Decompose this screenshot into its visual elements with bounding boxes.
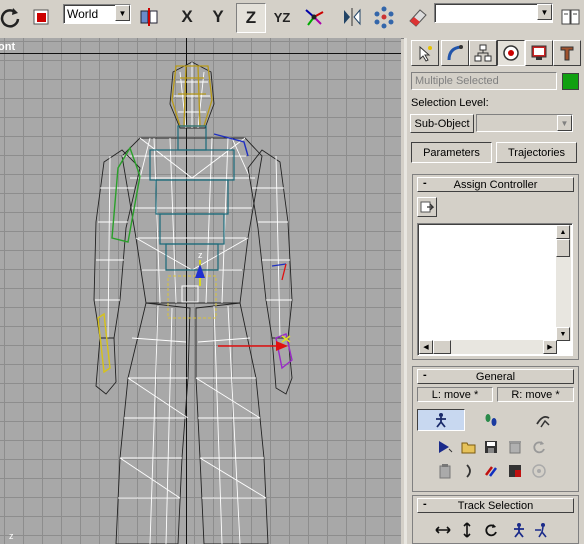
assign-controller-rollout: - Assign Controller ▲ ▼ ◀ ▶	[412, 174, 579, 360]
parameters-button[interactable]: Parameters	[411, 142, 492, 163]
main-toolbar: World ▼ X Y Z YZ ▼	[0, 0, 584, 39]
torso-mesh	[121, 137, 263, 304]
play-biped-icon[interactable]	[435, 437, 455, 457]
selection-name-value: Multiple Selected	[415, 75, 499, 87]
left-transform-field[interactable]: L: move *	[417, 387, 493, 402]
svg-text:z: z	[198, 250, 203, 260]
selection-level-label: Selection Level:	[411, 97, 489, 109]
trajectories-button[interactable]: Trajectories	[496, 142, 577, 163]
refresh-icon[interactable]	[529, 437, 549, 457]
assign-controller-header[interactable]: - Assign Controller	[417, 177, 574, 192]
tab-modify[interactable]	[441, 40, 469, 66]
named-selection-dropdown[interactable]: ▼	[434, 3, 553, 23]
controller-tree[interactable]: ▲ ▼ ◀ ▶	[417, 223, 573, 356]
redo-icon[interactable]	[0, 3, 24, 31]
reference-coordinate-dropdown[interactable]: World ▼	[63, 4, 131, 24]
motion-flow-mode-icon[interactable]	[533, 410, 553, 430]
eraser-icon[interactable]	[404, 3, 432, 31]
command-panel: Multiple Selected Selection Level: Sub-O…	[404, 38, 584, 544]
bend-icon[interactable]	[459, 461, 479, 481]
chevron-down-icon[interactable]: ▼	[115, 5, 130, 21]
scroll-up-icon[interactable]: ▲	[556, 225, 570, 239]
tab-motion[interactable]	[497, 40, 525, 66]
chevron-down-icon[interactable]: ▼	[557, 115, 572, 131]
track-selection-title: Track Selection	[457, 499, 534, 512]
tab-create[interactable]	[411, 40, 439, 66]
hscroll-thumb[interactable]	[433, 340, 451, 354]
save-file-icon[interactable]	[481, 437, 501, 457]
paste-icon[interactable]	[435, 461, 455, 481]
scroll-left-icon[interactable]: ◀	[419, 340, 433, 354]
load-icon[interactable]	[505, 461, 525, 481]
restrict-y-button[interactable]: Y	[204, 3, 232, 31]
collapse-icon: -	[423, 369, 427, 381]
track-selection-rollout: - Track Selection	[412, 495, 579, 544]
general-rollout: - General L: move * R: move *	[412, 366, 579, 492]
character-mesh[interactable]: z	[0, 38, 401, 544]
select-region-icon[interactable]	[27, 3, 55, 31]
move-gizmo[interactable]: z	[195, 250, 205, 286]
tab-hierarchy[interactable]	[469, 40, 497, 66]
vertical-scrollbar[interactable]: ▲ ▼	[556, 225, 571, 341]
head-mesh	[169, 61, 215, 129]
figure-mode-button[interactable]	[417, 409, 465, 431]
restrict-plane-button[interactable]: YZ	[268, 3, 296, 31]
right-arm-mesh	[247, 149, 293, 395]
assign-controller-title: Assign Controller	[453, 178, 538, 191]
trash-icon[interactable]	[505, 437, 525, 457]
general-header[interactable]: - General	[417, 369, 574, 384]
collapse-icon: -	[423, 498, 427, 510]
rotation-icon[interactable]	[481, 520, 501, 540]
transform-gizmo-icon[interactable]	[300, 3, 328, 31]
sub-object-button[interactable]: Sub-Object	[410, 114, 474, 133]
assign-controller-icon	[420, 201, 434, 213]
assign-controller-button[interactable]	[417, 197, 437, 217]
mirror-icon[interactable]	[338, 3, 366, 31]
figure-mode-icon	[436, 413, 446, 428]
tab-display[interactable]	[525, 40, 553, 66]
legs-mesh	[115, 302, 269, 544]
chevron-down-icon[interactable]: ▼	[537, 4, 552, 20]
r-move-label: R: move *	[511, 388, 560, 401]
vertical-move-icon[interactable]	[457, 520, 477, 540]
use-pivot-center-icon[interactable]	[135, 3, 163, 31]
array-icon[interactable]	[370, 3, 398, 31]
scroll-thumb[interactable]	[556, 239, 570, 257]
restrict-z-button[interactable]: Z	[236, 3, 266, 33]
link-icon[interactable]	[481, 461, 501, 481]
scroll-down-icon[interactable]: ▼	[556, 327, 570, 341]
restrict-x-button[interactable]: X	[173, 3, 201, 31]
sub-object-dropdown[interactable]: ▼	[476, 114, 573, 132]
right-transform-field[interactable]: R: move *	[497, 387, 574, 402]
select-body-icon[interactable]	[509, 520, 529, 540]
select-opposite-icon[interactable]	[531, 520, 551, 540]
front-viewport[interactable]: ont z z	[0, 38, 401, 544]
object-color-swatch[interactable]	[562, 73, 579, 90]
tab-utilities[interactable]	[553, 40, 581, 66]
coord-system-value: World	[67, 7, 99, 21]
open-file-icon[interactable]	[459, 437, 479, 457]
footstep-mode-icon[interactable]	[481, 410, 501, 430]
spine-bones	[149, 125, 235, 271]
general-title: General	[475, 370, 516, 383]
target-icon[interactable]	[529, 461, 549, 481]
viewport-axis-tripod: z	[9, 531, 14, 541]
collapse-icon: -	[423, 177, 427, 189]
scroll-right-icon[interactable]: ▶	[543, 340, 557, 354]
horizontal-scrollbar[interactable]: ◀ ▶	[419, 340, 557, 354]
named-selection-sets-icon[interactable]	[556, 3, 584, 31]
selection-name-field[interactable]: Multiple Selected	[411, 72, 557, 90]
track-selection-header[interactable]: - Track Selection	[417, 498, 574, 513]
l-move-label: L: move *	[431, 388, 479, 401]
horizontal-move-icon[interactable]	[433, 520, 453, 540]
